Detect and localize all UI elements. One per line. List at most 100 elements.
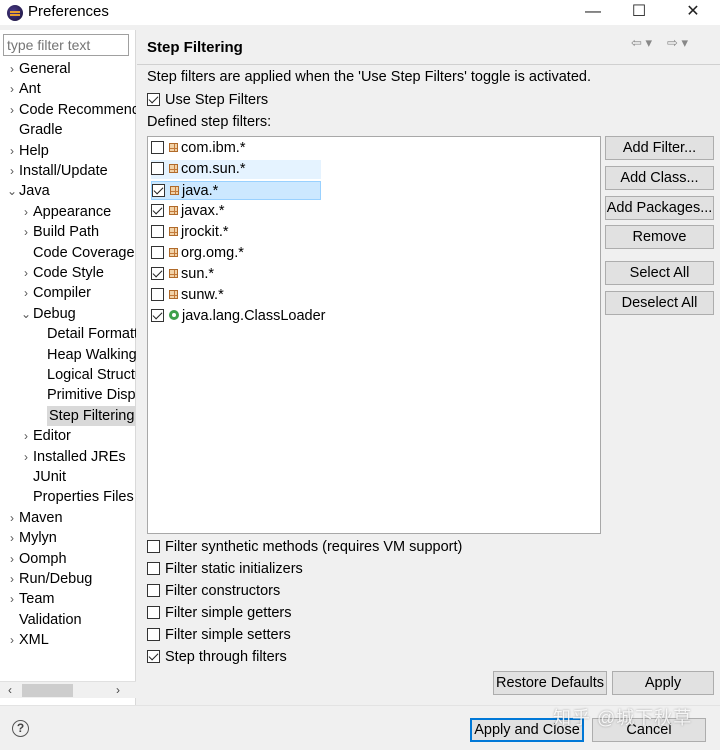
tree-item-detail-formatters[interactable]: Detail Formatters [33, 324, 136, 344]
option-checkbox[interactable] [147, 650, 160, 663]
filter-row[interactable]: sun.* [151, 265, 218, 284]
filter-checkbox[interactable] [151, 162, 164, 175]
tree-horizontal-scrollbar[interactable]: ‹ › [0, 681, 136, 698]
tree-item-xml[interactable]: › XML [5, 630, 49, 650]
chevron-right-icon[interactable]: › [5, 141, 19, 161]
tree-item-step-filtering[interactable]: Step Filtering [47, 405, 136, 426]
filter-row[interactable]: javax.* [151, 202, 229, 221]
cancel-button[interactable]: Cancel [592, 718, 706, 742]
tree-item-ant[interactable]: › Ant [5, 79, 41, 99]
tree-item-run-debug[interactable]: › Run/Debug [5, 569, 92, 589]
tree-item-appearance[interactable]: › Appearance [19, 202, 111, 222]
tree-item-code-recommenders[interactable]: ›Code Recommenders [5, 100, 136, 120]
close-button[interactable]: ✕ [670, 0, 716, 25]
restore-defaults-button[interactable]: Restore Defaults [493, 671, 607, 695]
option-checkbox[interactable] [147, 562, 160, 575]
minimize-button[interactable]: — [570, 0, 616, 25]
option-checkbox[interactable] [147, 606, 160, 619]
checkbox-icon[interactable] [147, 93, 160, 106]
scroll-thumb[interactable] [22, 684, 73, 697]
tree-item-general[interactable]: › General [5, 59, 71, 79]
tree-item-oomph[interactable]: › Oomph [5, 549, 67, 569]
chevron-right-icon[interactable]: › [5, 508, 19, 528]
filter-input[interactable] [3, 34, 129, 56]
chevron-right-icon[interactable]: › [5, 528, 19, 548]
filter-row[interactable]: java.lang.ClassLoader [151, 307, 329, 326]
scroll-left-arrow-icon[interactable]: ‹ [2, 682, 18, 699]
option-checkbox[interactable] [147, 584, 160, 597]
filter-row[interactable]: com.ibm.* [151, 139, 249, 158]
tree-item-code-coverage[interactable]: Code Coverage [19, 243, 135, 263]
scroll-right-arrow-icon[interactable]: › [110, 682, 126, 699]
tree-item-logical-structures[interactable]: Logical Structures [33, 365, 136, 385]
tree-item-properties-files-editor[interactable]: Properties Files Editor [19, 487, 136, 507]
filter-row[interactable]: java.* [151, 181, 321, 200]
chevron-right-icon[interactable]: › [5, 549, 19, 569]
option-checkbox-row[interactable]: Filter simple setters [147, 625, 291, 645]
use-step-filters-checkbox[interactable]: Use Step Filters [147, 90, 268, 110]
deselect-all-button[interactable]: Deselect All [605, 291, 714, 315]
chevron-right-icon[interactable]: › [19, 202, 33, 222]
chevron-down-icon[interactable]: ⌄ [19, 304, 33, 324]
chevron-right-icon[interactable]: › [5, 630, 19, 650]
filter-checkbox[interactable] [151, 246, 164, 259]
chevron-right-icon[interactable]: › [5, 589, 19, 609]
apply-button[interactable]: Apply [612, 671, 714, 695]
tree-item-mylyn[interactable]: › Mylyn [5, 528, 57, 548]
option-checkbox-row[interactable]: Filter simple getters [147, 603, 292, 623]
filter-checkbox[interactable] [151, 288, 164, 301]
filter-row[interactable]: com.sun.* [151, 160, 321, 179]
chevron-right-icon[interactable]: › [5, 100, 19, 120]
filter-row[interactable]: org.omg.* [151, 244, 248, 263]
filter-row[interactable]: sunw.* [151, 286, 228, 305]
filter-checkbox[interactable] [151, 225, 164, 238]
apply-and-close-button[interactable]: Apply and Close [470, 718, 584, 742]
tree-item-code-style[interactable]: › Code Style [19, 263, 104, 283]
tree-item-validation[interactable]: Validation [5, 610, 82, 630]
back-arrow-icon[interactable]: ⇦ ▾ [631, 35, 652, 51]
chevron-right-icon[interactable]: › [19, 263, 33, 283]
option-checkbox-row[interactable]: Filter constructors [147, 581, 280, 601]
option-checkbox-row[interactable]: Step through filters [147, 647, 287, 667]
forward-arrow-icon[interactable]: ⇨ ▾ [667, 35, 688, 51]
step-filter-list[interactable]: com.ibm.* com.sun.* java.* javax.* jrockit.*… [147, 136, 601, 534]
option-checkbox[interactable] [147, 628, 160, 641]
help-icon[interactable]: ? [12, 720, 29, 737]
chevron-down-icon[interactable]: ⌄ [5, 181, 19, 201]
option-checkbox-row[interactable]: Filter synthetic methods (requires VM su… [147, 537, 462, 557]
add-class-button[interactable]: Add Class... [605, 166, 714, 190]
tree-item-maven[interactable]: › Maven [5, 508, 63, 528]
chevron-right-icon[interactable]: › [5, 79, 19, 99]
tree-item-primitive-display-options[interactable]: Primitive Display Options [33, 385, 136, 405]
chevron-right-icon[interactable]: › [19, 447, 33, 467]
chevron-right-icon[interactable]: › [19, 426, 33, 446]
filter-checkbox[interactable] [151, 267, 164, 280]
tree-item-editor[interactable]: › Editor [19, 426, 71, 446]
tree-item-debug[interactable]: ⌄ Debug [19, 304, 76, 324]
tree-item-team[interactable]: › Team [5, 589, 54, 609]
tree-item-build-path[interactable]: › Build Path [19, 222, 99, 242]
tree-item-java[interactable]: ⌄ Java [5, 181, 50, 201]
tree-item-installed-jres[interactable]: › Installed JREs [19, 447, 126, 467]
add-packages-button[interactable]: Add Packages... [605, 196, 714, 220]
filter-checkbox[interactable] [151, 141, 164, 154]
tree-item-compiler[interactable]: › Compiler [19, 283, 91, 303]
chevron-right-icon[interactable]: › [5, 161, 19, 181]
filter-checkbox[interactable] [152, 184, 165, 197]
filter-checkbox[interactable] [151, 309, 164, 322]
filter-checkbox[interactable] [151, 204, 164, 217]
option-checkbox[interactable] [147, 540, 160, 553]
add-filter-button[interactable]: Add Filter... [605, 136, 714, 160]
tree-item-gradle[interactable]: Gradle [5, 120, 63, 140]
tree-item-install-update[interactable]: › Install/Update [5, 161, 108, 181]
tree-item-junit[interactable]: JUnit [19, 467, 66, 487]
chevron-right-icon[interactable]: › [19, 283, 33, 303]
tree-item-heap-walking[interactable]: Heap Walking [33, 345, 136, 365]
remove-button[interactable]: Remove [605, 225, 714, 249]
select-all-button[interactable]: Select All [605, 261, 714, 285]
filter-row[interactable]: jrockit.* [151, 223, 233, 242]
tree-item-help[interactable]: › Help [5, 141, 49, 161]
option-checkbox-row[interactable]: Filter static initializers [147, 559, 303, 579]
chevron-right-icon[interactable]: › [5, 59, 19, 79]
maximize-button[interactable]: ☐ [616, 0, 662, 25]
